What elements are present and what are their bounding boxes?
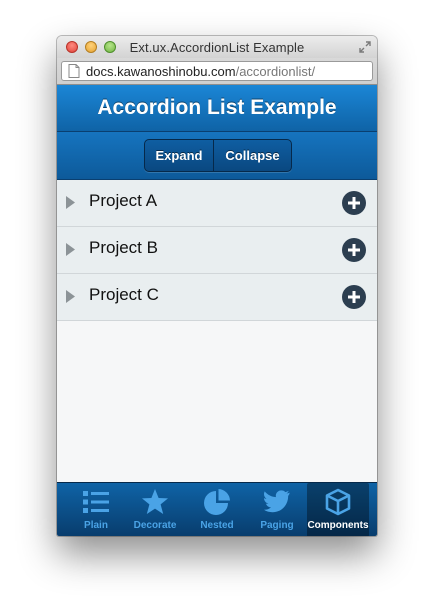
tab-label: Plain <box>84 520 108 531</box>
tab-label: Nested <box>200 520 234 531</box>
plus-circle-icon[interactable] <box>342 285 366 309</box>
list-item[interactable]: Project A <box>57 180 377 227</box>
tab-plain[interactable]: Plain <box>64 483 128 536</box>
tab-paging[interactable]: Paging <box>245 483 309 536</box>
tab-components[interactable]: Components <box>307 483 369 536</box>
list-item[interactable]: Project C <box>57 274 377 321</box>
expand-collapse-segmented: Expand Collapse <box>144 139 292 172</box>
address-bar: docs.kawanoshinobu.com/accordionlist/ <box>57 58 377 85</box>
tab-label: Decorate <box>133 520 177 531</box>
plus-circle-icon[interactable] <box>342 191 366 215</box>
tab-label: Paging <box>260 520 294 531</box>
plus-circle-icon[interactable] <box>342 238 366 262</box>
tab-label: Components <box>307 520 369 531</box>
action-toolbar: Expand Collapse <box>57 132 377 180</box>
fullscreen-icon[interactable] <box>359 41 371 53</box>
star-icon <box>142 489 168 514</box>
url-path: /accordionlist/ <box>235 64 316 79</box>
page-icon <box>68 64 80 78</box>
page-title: Accordion List Example <box>57 85 377 132</box>
list-item-label: Project C <box>89 285 159 304</box>
expand-button[interactable]: Expand <box>145 140 214 171</box>
url-field[interactable]: docs.kawanoshinobu.com/accordionlist/ <box>61 61 373 81</box>
list-item-label: Project A <box>89 191 158 210</box>
pie-chart-icon <box>204 489 230 515</box>
disclosure-triangle-icon[interactable] <box>66 243 75 256</box>
tab-bar: Plain Decorate Nested Paging Components <box>57 482 377 536</box>
title-bar[interactable]: Ext.ux.AccordionList Example <box>57 36 377 58</box>
disclosure-triangle-icon[interactable] <box>66 290 75 303</box>
list-icon <box>83 491 109 513</box>
list-item-label: Project B <box>89 238 158 257</box>
app-viewport: Accordion List Example Expand Collapse P… <box>57 85 377 536</box>
tab-decorate[interactable]: Decorate <box>123 483 187 536</box>
accordion-list: Project A Project B Project C <box>57 180 377 321</box>
url-text: docs.kawanoshinobu.com/accordionlist/ <box>86 64 315 79</box>
bird-icon <box>263 490 290 513</box>
window-title: Ext.ux.AccordionList Example <box>129 40 305 55</box>
url-host: docs.kawanoshinobu.com <box>86 64 236 79</box>
tab-nested[interactable]: Nested <box>185 483 249 536</box>
disclosure-triangle-icon[interactable] <box>66 196 75 209</box>
cube-icon <box>325 488 351 516</box>
list-item[interactable]: Project B <box>57 227 377 274</box>
collapse-button[interactable]: Collapse <box>214 140 291 171</box>
browser-window: Ext.ux.AccordionList Example docs.kawano… <box>57 36 377 536</box>
